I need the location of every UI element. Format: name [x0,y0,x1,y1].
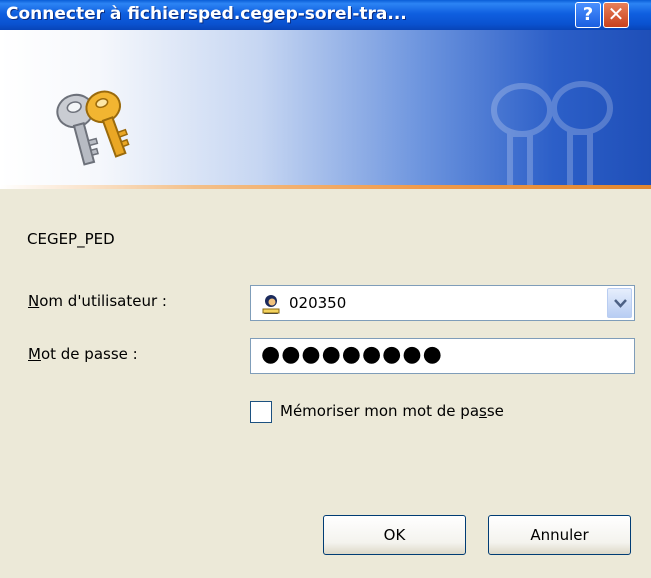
password-field[interactable]: ●●●●●●●●● [250,338,635,374]
username-dropdown-button[interactable] [607,288,632,318]
window-title: Connecter à fichiersped.cegep-sorel-tra.… [6,4,407,24]
help-button[interactable]: ? [575,2,601,28]
username-label-text: om d'utilisateur : [39,292,167,310]
password-value: ●●●●●●●●● [261,342,443,367]
keys-watermark-icon [491,81,613,185]
banner-divider [0,185,651,189]
cancel-button[interactable]: Annuler [488,515,631,555]
remember-password-checkbox[interactable] [250,401,272,423]
remember-label-part2: se [486,402,504,420]
chevron-down-icon [614,299,627,308]
login-dialog: Connecter à fichiersped.cegep-sorel-tra.… [0,0,651,578]
banner [0,30,651,185]
password-label-text: ot de passe : [40,345,138,363]
ok-button[interactable]: OK [323,515,466,555]
username-combobox[interactable]: 020350 [250,285,635,321]
domain-label: CEGEP_PED [27,230,115,248]
username-label: Nom d'utilisateur : [28,292,167,310]
password-label: Mot de passe : [28,345,138,363]
username-label-mnemonic: N [28,292,40,310]
title-bar[interactable]: Connecter à fichiersped.cegep-sorel-tra.… [0,0,651,30]
username-value: 020350 [289,294,347,312]
password-label-mnemonic: M [28,345,41,363]
close-button[interactable]: ✕ [603,2,629,28]
remember-password-label[interactable]: Mémoriser mon mot de passe [280,402,504,420]
remember-label-mnemonic: s [479,402,487,420]
remember-label-part1: Mémoriser mon mot de pa [280,402,480,420]
user-icon [262,295,280,314]
keys-icon [56,90,130,166]
